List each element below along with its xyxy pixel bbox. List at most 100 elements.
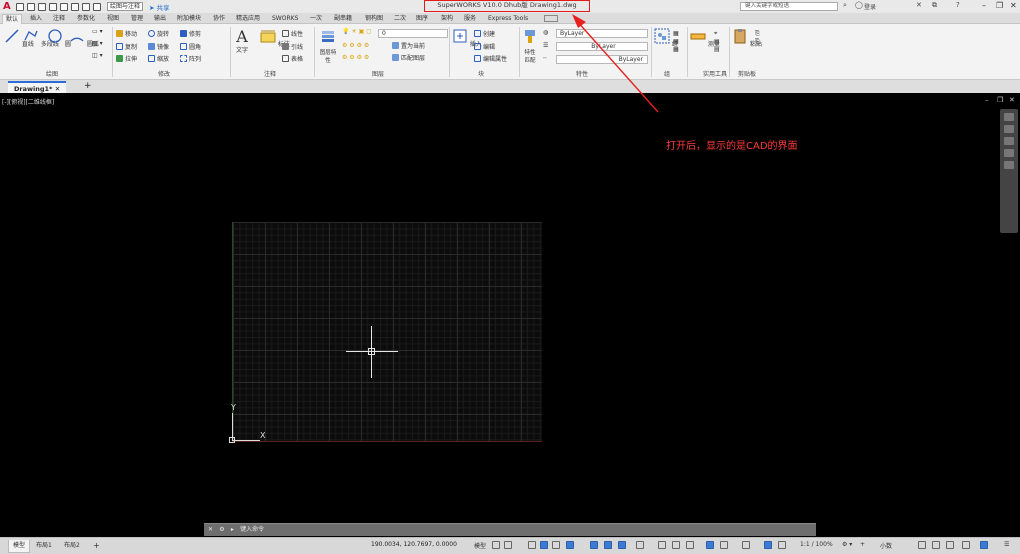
tab-view[interactable]: 视图: [107, 14, 119, 24]
command-settings-icon[interactable]: ⚙: [219, 526, 224, 533]
layout-tab-layout2[interactable]: 布局2: [60, 540, 84, 553]
help-icon[interactable]: ?: [956, 1, 960, 9]
add-layout-button[interactable]: +: [89, 540, 104, 553]
annotation-monitor-icon[interactable]: +: [860, 541, 865, 548]
open-file-icon[interactable]: [27, 2, 35, 11]
layer-state-icons[interactable]: 💡 ☀ ▣ ◻: [342, 28, 371, 36]
ribbon-toggle-icon[interactable]: [544, 15, 558, 22]
group-tools[interactable]: ▦ ▦ ▦: [673, 30, 679, 54]
app-logo[interactable]: A: [3, 1, 13, 12]
layer-properties-tool[interactable]: 图层特性: [318, 28, 338, 64]
close-tab-icon[interactable]: ✕: [55, 85, 60, 93]
clipboard-panel-title[interactable]: 剪贴板: [738, 69, 756, 78]
viewport-controls-label[interactable]: [-][俯视][二维线框]: [2, 97, 54, 106]
circle-tool[interactable]: 圆: [47, 28, 71, 48]
leader-tool[interactable]: 引线: [282, 43, 303, 52]
tab-output[interactable]: 输出: [154, 14, 166, 24]
layer-tools-row1[interactable]: ⚙ ⚙ ⚙ ⚙: [342, 42, 369, 50]
file-tab-drawing1[interactable]: Drawing1* ✕: [8, 81, 67, 93]
layer-tools-row2[interactable]: ⚙ ⚙ ⚙ ⚙: [342, 54, 369, 62]
tab-primary[interactable]: 一次: [310, 14, 322, 24]
showmotion-icon[interactable]: [1004, 161, 1014, 169]
layout-tab-layout1[interactable]: 布局1: [32, 540, 56, 553]
search-icon[interactable]: ⌕: [843, 1, 847, 10]
tab-services[interactable]: 服务: [464, 14, 476, 24]
layout-tab-model[interactable]: 模型: [8, 540, 31, 553]
annotation-panel-title[interactable]: 注释: [264, 69, 276, 78]
tab-home[interactable]: 默认: [2, 14, 23, 24]
lineweight-icon[interactable]: ☰: [543, 42, 548, 50]
layers-panel-title[interactable]: 图层: [372, 69, 384, 78]
navigation-bar[interactable]: [1000, 109, 1018, 233]
close-icon[interactable]: ✕: [1010, 1, 1017, 10]
utilities-panel-title[interactable]: 实用工具: [703, 69, 727, 78]
save-as-icon[interactable]: [49, 2, 57, 11]
selection-filter-icon[interactable]: [720, 541, 728, 549]
orbit-icon[interactable]: [1004, 149, 1014, 157]
hatch-icon[interactable]: ▨ ▾: [92, 40, 103, 48]
viewport-restore-icon[interactable]: ❐: [997, 96, 1003, 104]
selection-cycling-icon[interactable]: [672, 541, 680, 549]
isodraft-icon[interactable]: [590, 541, 598, 549]
array-tool[interactable]: 阵列: [180, 55, 201, 64]
layer-dropdown[interactable]: 0: [378, 29, 448, 38]
workspace-select[interactable]: 绘图与注释: [107, 2, 144, 11]
trim-tool[interactable]: 修剪: [180, 30, 201, 39]
plot-icon[interactable]: [71, 2, 79, 11]
maximize-icon[interactable]: ❐: [996, 1, 1003, 10]
text-tool[interactable]: A 文字: [236, 28, 248, 54]
ortho-toggle-icon[interactable]: [552, 541, 560, 549]
minimize-icon[interactable]: –: [982, 1, 986, 10]
3d-osnap-icon[interactable]: [686, 541, 694, 549]
clipboard-tools[interactable]: ⎘ ⎘: [755, 30, 760, 46]
infer-constraints-icon[interactable]: [528, 541, 536, 549]
customization-menu-icon[interactable]: ☰: [1004, 541, 1009, 548]
tab-steel[interactable]: 钢构图: [365, 14, 383, 24]
search-input[interactable]: 键入关键字或短语: [740, 2, 838, 11]
command-line[interactable]: ✕ ⚙ ▸ 键入命令: [204, 523, 816, 536]
model-space-toggle[interactable]: 模型: [474, 541, 486, 550]
clean-screen-icon[interactable]: [980, 541, 988, 549]
color-wheel-icon[interactable]: ◍: [543, 29, 548, 37]
move-tool[interactable]: 移动: [116, 30, 137, 39]
linear-dim-tool[interactable]: 线性: [282, 30, 303, 39]
units-dropdown[interactable]: 小数: [880, 541, 892, 550]
grid-toggle-icon[interactable]: [492, 541, 500, 549]
annotation-visibility-icon[interactable]: [764, 541, 772, 549]
edit-block-tool[interactable]: 编辑: [474, 43, 495, 52]
gizmo-icon[interactable]: [742, 541, 750, 549]
zoom-icon[interactable]: [1004, 137, 1014, 145]
drawing-viewport[interactable]: [-][俯视][二维线框] – ❐ ✕ 打开后，显示的是CAD的界面 Y X: [0, 14, 1020, 521]
tab-secondary[interactable]: 二次: [394, 14, 406, 24]
auto-scale-icon[interactable]: [778, 541, 786, 549]
tab-annotate[interactable]: 注释: [53, 14, 65, 24]
annotation-scale[interactable]: 1:1 / 100%: [800, 541, 833, 548]
object-snap-tracking-icon[interactable]: [604, 541, 612, 549]
workspace-switch-icon[interactable]: ⚙ ▾: [842, 541, 852, 548]
tab-manage[interactable]: 管理: [131, 14, 143, 24]
exchange-icon[interactable]: ✕: [916, 1, 922, 9]
snap-toggle-icon[interactable]: [504, 541, 512, 549]
coordinate-readout[interactable]: 190.0034, 120.7697, 0.0000: [371, 541, 457, 548]
copy-tool[interactable]: 复制: [116, 43, 137, 52]
command-input[interactable]: 键入命令: [240, 526, 264, 533]
pan-icon[interactable]: [1004, 125, 1014, 133]
region-icon[interactable]: ◫ ▾: [92, 52, 103, 60]
utility-tools[interactable]: ⌖ ▤ ▤: [714, 30, 720, 54]
share-button[interactable]: ➤ 共享: [149, 2, 170, 12]
transparency-icon[interactable]: [658, 541, 666, 549]
create-block-tool[interactable]: 创建: [474, 30, 495, 39]
object-snap-icon[interactable]: [618, 541, 626, 549]
rectangle-icon[interactable]: ▭ ▾: [92, 28, 103, 36]
match-properties-tool[interactable]: 特性匹配: [522, 28, 538, 64]
viewport-minimize-icon[interactable]: –: [985, 96, 989, 104]
tab-sequence[interactable]: 图序: [416, 14, 428, 24]
rotate-tool[interactable]: 旋转: [148, 30, 169, 39]
linetype-icon[interactable]: ┄: [543, 55, 547, 63]
new-file-icon[interactable]: [16, 2, 24, 11]
hardware-acceleration-icon[interactable]: [962, 541, 970, 549]
redo-icon[interactable]: [93, 2, 101, 11]
fillet-tool[interactable]: 圆角: [180, 43, 201, 52]
block-panel-title[interactable]: 块: [478, 69, 484, 78]
autodesk-app-icon[interactable]: ⧉: [932, 1, 937, 10]
